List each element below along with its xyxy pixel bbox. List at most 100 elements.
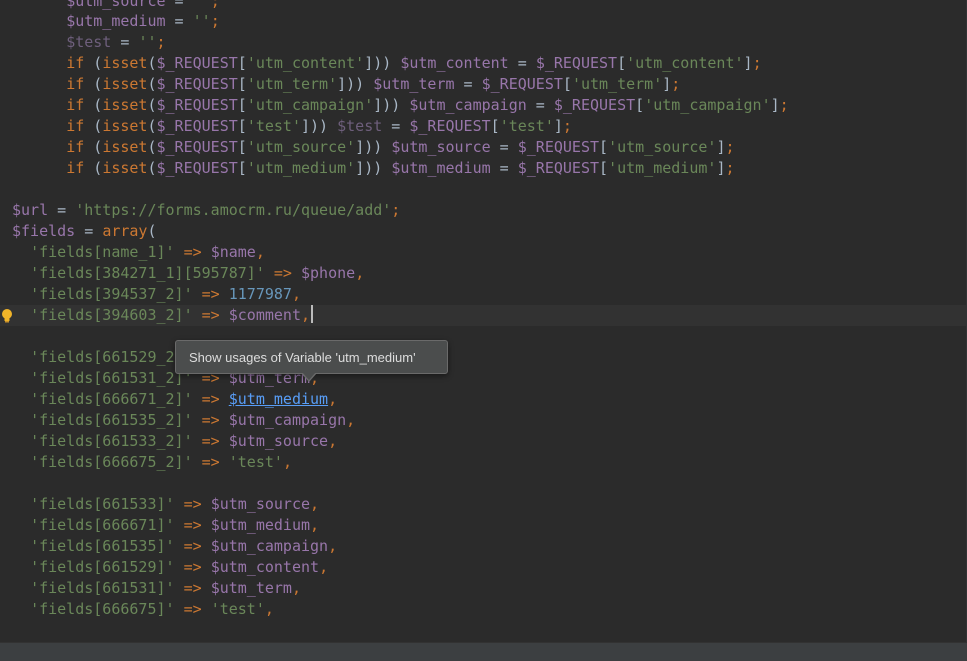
- semicolon: ;: [725, 159, 735, 177]
- array-key: 'fields[394537_2]': [30, 285, 193, 303]
- comma: ,: [255, 243, 265, 261]
- code-line: 'fields[666671_2]' => $utm_medium,: [0, 389, 967, 410]
- code-line: 'fields[384271_1][595787]' => $phone,: [0, 263, 967, 284]
- function-name: isset: [102, 54, 148, 72]
- keyword: if: [66, 75, 85, 93]
- string: 'utm_source': [608, 138, 717, 156]
- code-line: if (isset($_REQUEST['utm_term'])) $utm_t…: [66, 75, 681, 93]
- variable: $utm_content: [400, 54, 509, 72]
- variable: $_REQUEST: [156, 138, 238, 156]
- variable: $_REQUEST: [517, 159, 600, 177]
- variable: $_REQUEST: [156, 117, 238, 135]
- variable: $utm_campaign: [228, 411, 347, 429]
- semicolon: ;: [779, 96, 789, 114]
- array-key: 'fields[661533_2]': [30, 432, 193, 450]
- variable: $fields: [12, 222, 76, 240]
- semicolon: ;: [210, 12, 220, 30]
- code-line: if (isset($_REQUEST['utm_campaign'])) $u…: [66, 96, 789, 114]
- arrow-operator: =>: [183, 558, 202, 576]
- comma: ,: [264, 600, 274, 618]
- code-line: $test = '';: [0, 32, 967, 53]
- variable: $_REQUEST: [553, 96, 636, 114]
- number: 1177987: [228, 285, 292, 303]
- string: 'test': [210, 600, 265, 618]
- comma: ,: [328, 390, 338, 408]
- array-key: 'fields[661529]': [30, 558, 175, 576]
- string: '': [138, 33, 157, 51]
- code-line: 'fields[666671]' => $utm_medium,: [0, 515, 967, 536]
- code-line: if (isset($_REQUEST['test'])) $test = $_…: [66, 117, 572, 135]
- semicolon: ;: [562, 117, 572, 135]
- arrow-operator: =>: [183, 600, 202, 618]
- operator: =: [111, 33, 139, 51]
- arrow-operator: =>: [201, 285, 220, 303]
- comma: ,: [319, 558, 329, 576]
- comma: ,: [282, 453, 292, 471]
- variable: $utm_medium: [210, 516, 311, 534]
- arrow-operator: =>: [201, 411, 220, 429]
- code-editor[interactable]: $utm_source = ''; $utm_medium = ''; $tes…: [0, 0, 967, 642]
- usages-tooltip: Show usages of Variable 'utm_medium': [175, 340, 448, 374]
- variable: $utm_source: [391, 138, 491, 156]
- variable: $utm_source: [210, 495, 311, 513]
- string: 'utm_content': [246, 54, 365, 72]
- string: 'test': [246, 117, 301, 135]
- comma: ,: [310, 516, 320, 534]
- arrow-operator: =>: [183, 243, 202, 261]
- function-name: array: [102, 222, 148, 240]
- semicolon: ;: [752, 54, 762, 72]
- tooltip-arrow-inner: [302, 372, 316, 380]
- keyword: if: [66, 117, 85, 135]
- variable: $_REQUEST: [156, 96, 238, 114]
- text-caret: [311, 305, 314, 323]
- horizontal-scrollbar[interactable]: [0, 642, 967, 661]
- variable: $utm_source: [66, 0, 166, 10]
- array-key: 'fields[666671]': [30, 516, 175, 534]
- variable: $utm_medium: [391, 159, 491, 177]
- variable: $utm_content: [210, 558, 320, 576]
- code-line: 'fields[661535]' => $utm_campaign,: [0, 536, 967, 557]
- code-line: 'fields[661533_2]' => $utm_source,: [0, 431, 967, 452]
- string: 'utm_campaign': [644, 96, 771, 114]
- array-key: 'fields[661531]': [30, 579, 175, 597]
- arrow-operator: =>: [183, 537, 202, 555]
- code-line: 'fields[661531]' => $utm_term,: [0, 578, 967, 599]
- string: 'utm_term': [246, 75, 338, 93]
- array-key: 'fields[661535]': [30, 537, 175, 555]
- code-line: 'fields[661531_2]' => $utm_term,: [0, 368, 967, 389]
- array-key: 'fields[666675_2]': [30, 453, 193, 471]
- string: 'utm_medium': [608, 159, 717, 177]
- array-key: 'fields[661535_2]': [30, 411, 193, 429]
- function-name: isset: [102, 75, 148, 93]
- code-line: 'fields[661535_2]' => $utm_campaign,: [0, 410, 967, 431]
- function-name: isset: [102, 138, 148, 156]
- code-line: 'fields[661533]' => $utm_source,: [0, 494, 967, 515]
- semicolon: ;: [210, 0, 220, 10]
- comma: ,: [346, 411, 356, 429]
- variable: $_REQUEST: [481, 75, 563, 93]
- code-line: if (isset($_REQUEST['utm_source'])) $utm…: [66, 138, 735, 156]
- arrow-operator: =>: [201, 390, 220, 408]
- variable: $utm_term: [373, 75, 455, 93]
- array-key: 'fields[661531_2]': [30, 369, 193, 387]
- arrow-operator: =>: [201, 453, 220, 471]
- array-key: 'fields[661533]': [30, 495, 175, 513]
- function-name: isset: [102, 159, 148, 177]
- array-key: 'fields[661529_2]': [30, 348, 193, 366]
- comma: ,: [291, 579, 301, 597]
- variable: $url: [12, 201, 49, 219]
- variable: $utm_campaign: [409, 96, 527, 114]
- tooltip-text: Show usages of Variable 'utm_medium': [189, 350, 416, 365]
- string: 'test': [499, 117, 554, 135]
- operator: =: [165, 12, 193, 30]
- keyword: if: [66, 159, 85, 177]
- comma: ,: [291, 285, 301, 303]
- variable: $name: [210, 243, 256, 261]
- variable: $_REQUEST: [535, 54, 618, 72]
- variable: $_REQUEST: [409, 117, 491, 135]
- code-line: $url = 'https://forms.amocrm.ru/queue/ad…: [12, 201, 401, 219]
- code-line: if (isset($_REQUEST['utm_content'])) $ut…: [66, 54, 762, 72]
- array-key: 'fields[666675]': [30, 600, 175, 618]
- variable-link[interactable]: $utm_medium: [229, 390, 328, 408]
- variable: $utm_term: [210, 579, 292, 597]
